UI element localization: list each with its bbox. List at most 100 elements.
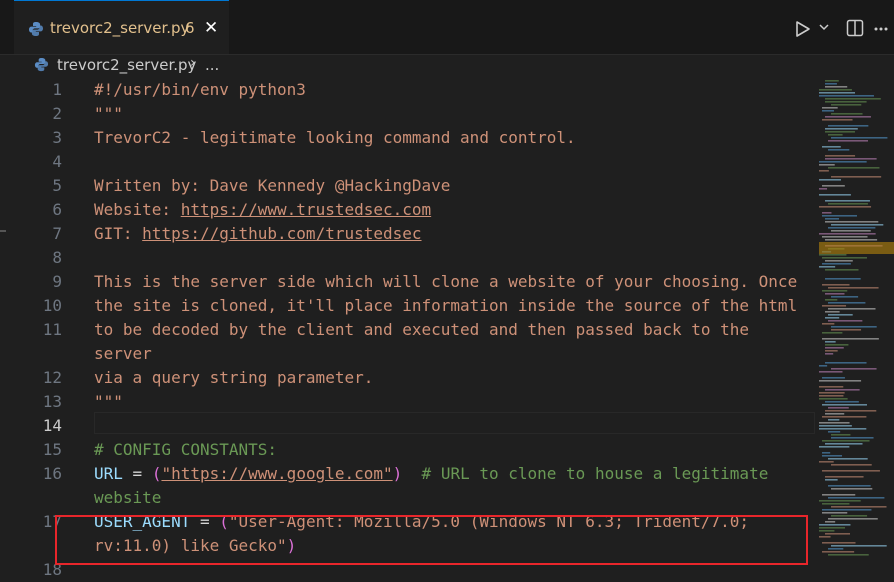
minimap-line <box>822 404 867 406</box>
minimap-line <box>819 428 867 430</box>
minimap-line <box>825 299 838 301</box>
code-line: 16 URL = ("https://www.google.com") # URL… <box>0 462 815 486</box>
minimap-line <box>819 365 828 367</box>
minimap-line <box>825 362 867 364</box>
code-editor[interactable]: 1 #!/usr/bin/env python3 2 """ 3 TrevorC2 - l… <box>0 78 815 579</box>
code-text: to be decoded by the client and executed… <box>94 318 749 342</box>
minimap-line <box>819 254 847 256</box>
minimap-line <box>819 527 846 529</box>
operator-token: = <box>122 464 152 483</box>
minimap-line <box>825 344 849 346</box>
code-line: 2 """ <box>0 102 815 126</box>
minimap-line <box>825 158 877 160</box>
minimap-line <box>825 443 863 445</box>
minimap-line <box>819 524 851 526</box>
chevron-down-icon[interactable] <box>818 23 830 33</box>
minimap-line <box>828 167 880 169</box>
minimap-line <box>822 542 856 544</box>
minimap-line <box>825 350 838 352</box>
minimap-line <box>831 296 859 298</box>
minimap-line <box>819 380 862 382</box>
code-token: to be decoded by the client and executed… <box>94 320 750 339</box>
minimap-line <box>822 257 867 259</box>
minimap-line <box>828 548 844 550</box>
breadcrumb-symbols[interactable]: ... <box>205 56 219 74</box>
minimap-line <box>831 488 873 490</box>
minimap-line <box>825 80 839 82</box>
code-text: the site is cloned, it'll place informat… <box>94 294 797 318</box>
tab-label: trevorc2_server.py <box>50 19 190 37</box>
minimap-line <box>819 461 834 463</box>
line-number: 4 <box>52 152 62 171</box>
minimap-line <box>822 236 868 238</box>
minimap[interactable] <box>815 76 894 561</box>
minimap-line <box>825 128 858 130</box>
minimap-line <box>831 329 862 331</box>
minimap-line <box>828 227 876 229</box>
minimap-line <box>819 89 852 91</box>
minimap-line <box>819 206 872 208</box>
code-text: """ <box>94 390 123 414</box>
minimap-line <box>825 86 848 88</box>
minimap-line <box>828 458 868 460</box>
minimap-line <box>828 485 871 487</box>
code-text: GIT: https://github.com/trustedsec <box>94 222 422 246</box>
minimap-line <box>822 494 856 496</box>
minimap-line <box>822 509 872 511</box>
more-actions-icon[interactable] <box>874 27 888 31</box>
minimap-line <box>825 317 840 319</box>
code-line: 9 This is the server side which will clon… <box>0 270 815 294</box>
tab-trevorc2-server[interactable]: trevorc2_server.py 6 ✕ <box>14 0 229 54</box>
minimap-line <box>831 545 887 547</box>
run-icon[interactable] <box>795 20 811 38</box>
minimap-line <box>822 470 880 472</box>
minimap-line <box>822 263 851 265</box>
code-token: via a query string parameter. <box>94 368 374 387</box>
minimap-line <box>825 221 879 223</box>
minimap-line <box>831 137 888 139</box>
code-line: website <box>0 486 815 510</box>
code-line: 7 GIT: https://github.com/trustedsec <box>0 222 815 246</box>
minimap-line <box>819 500 861 502</box>
code-text: server <box>94 342 152 366</box>
line-number: 6 <box>52 200 62 219</box>
minimap-line <box>831 230 871 232</box>
minimap-line <box>828 554 869 556</box>
minimap-line <box>831 437 874 439</box>
minimap-line <box>822 512 848 514</box>
minimap-line <box>822 119 853 121</box>
comment-token: # URL to clone to house a legitimate <box>402 464 769 483</box>
code-text: via a query string parameter. <box>94 366 373 390</box>
close-icon[interactable]: ✕ <box>204 18 218 38</box>
problems-count-badge: 6 <box>185 19 195 37</box>
minimap-line <box>819 392 845 394</box>
line-number: 15 <box>42 440 62 459</box>
variable-token: URL <box>94 464 123 483</box>
minimap-highlight <box>819 242 894 254</box>
line-number: 10 <box>42 296 62 315</box>
minimap-line <box>831 176 882 178</box>
url-link: https://github.com/trustedsec <box>142 224 422 243</box>
code-line: 5 Written by: Dave Kennedy @HackingDave <box>0 174 815 198</box>
line-number: 16 <box>42 464 62 483</box>
code-text: This is the server side which will clone… <box>94 270 797 294</box>
breadcrumb-file[interactable]: trevorc2_server.py <box>57 56 196 74</box>
minimap-line <box>819 266 836 268</box>
string-token: "https://www.google.com" <box>161 464 393 483</box>
line-number: 12 <box>42 368 62 387</box>
minimap-line <box>825 239 878 241</box>
minimap-line <box>819 95 874 97</box>
minimap-line <box>819 188 828 190</box>
line-number: 9 <box>52 272 62 291</box>
split-editor-icon[interactable] <box>846 19 864 37</box>
minimap-line <box>828 431 841 433</box>
minimap-line <box>828 314 853 316</box>
minimap-line <box>825 278 861 280</box>
code-text: TrevorC2 - legitimate looking command an… <box>94 126 576 150</box>
minimap-line <box>822 332 843 334</box>
line-number: 2 <box>52 104 62 123</box>
code-token: server <box>94 344 152 363</box>
minimap-line <box>822 290 848 292</box>
url-link: https://www.trustedsec.com <box>180 200 432 219</box>
python-file-icon <box>34 57 49 72</box>
